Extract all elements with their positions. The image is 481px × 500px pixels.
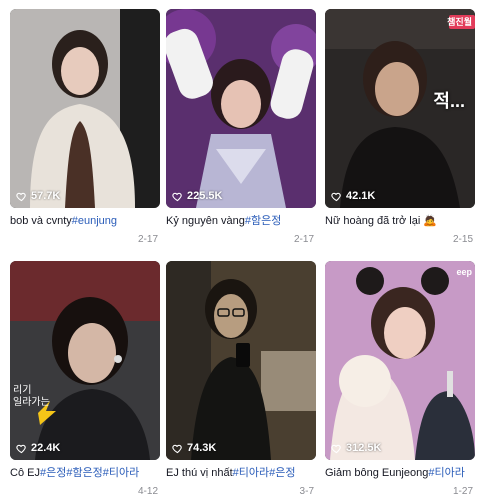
view-count: 22.4K	[16, 442, 60, 454]
caption-text: EJ thú vị nhất	[166, 467, 233, 479]
caption-hashtags[interactable]: #티아라#은정	[233, 467, 296, 479]
caption-text: Nữ hoàng đã trở lại 🙇	[325, 215, 438, 227]
video-thumbnail[interactable]: 57.7K	[10, 9, 160, 208]
heart-icon	[16, 192, 26, 201]
heart-icon	[16, 444, 26, 453]
caption-text: Giảm bông Eunjeong	[325, 467, 429, 479]
view-count-value: 225.5K	[187, 190, 223, 202]
video-thumbnail[interactable]: eep 312.5K	[325, 261, 475, 460]
thumbnail-image	[166, 261, 316, 460]
video-grid: 57.7K bob và cvnty#eunjung 2-17 225.5K Kỷ n…	[0, 0, 481, 500]
video-card[interactable]: 225.5K Kỷ nguyên vàng#함은정 2-17	[166, 9, 316, 245]
post-date: 2-17	[137, 234, 158, 245]
caption-text: Cô EJ	[10, 467, 40, 479]
caption-hashtags[interactable]: #함은정	[245, 215, 281, 227]
caption-text: bob và cvnty	[10, 215, 72, 227]
caption-hashtags[interactable]: #티아라	[428, 467, 464, 479]
view-count-value: 42.1K	[346, 190, 376, 202]
thumbnail-image	[10, 9, 160, 208]
view-count: 57.7K	[16, 190, 60, 202]
view-count: 74.3K	[172, 442, 216, 454]
view-count: 225.5K	[172, 190, 222, 202]
video-caption[interactable]: Giảm bông Eunjeong#티아라	[325, 466, 475, 480]
post-date: 2-15	[452, 234, 473, 245]
post-date: 1-27	[452, 486, 473, 497]
video-card[interactable]: 74.3K EJ thú vị nhất#티아라#은정 3-7	[166, 261, 316, 497]
video-thumbnail[interactable]: 적... 챔진월 42.1K	[325, 9, 475, 208]
video-card[interactable]: 적... 챔진월 42.1K Nữ hoàng đã trở lại 🙇 2-15	[325, 9, 475, 245]
video-card[interactable]: 57.7K bob và cvnty#eunjung 2-17	[10, 9, 160, 245]
view-count-value: 22.4K	[31, 442, 61, 454]
post-date: 3-7	[299, 486, 314, 497]
post-date: 4-12	[137, 486, 158, 497]
thumbnail-image	[10, 261, 160, 460]
heart-icon	[331, 444, 341, 453]
video-caption[interactable]: Cô EJ#은정#함은정#티아라	[10, 466, 160, 480]
video-overlay-text: 적...	[433, 91, 465, 111]
video-thumbnail[interactable]: 리기 일라가는 22.4K	[10, 261, 160, 460]
caption-hashtags[interactable]: #은정#함은정#티아라	[40, 467, 139, 479]
video-thumbnail[interactable]: 225.5K	[166, 9, 316, 208]
video-card[interactable]: 리기 일라가는 22.4K Cô EJ#은정#함은정#티아라 4-12	[10, 261, 160, 497]
video-side-text: 리기 일라가는	[13, 385, 50, 408]
caption-text: Kỷ nguyên vàng	[166, 215, 245, 227]
video-thumbnail[interactable]: 74.3K	[166, 261, 316, 460]
post-date: 2-17	[293, 234, 314, 245]
thumbnail-image	[325, 261, 475, 460]
heart-icon	[172, 444, 182, 453]
view-count: 312.5K	[331, 442, 381, 454]
video-caption[interactable]: Kỷ nguyên vàng#함은정	[166, 214, 316, 228]
heart-icon	[331, 192, 341, 201]
video-caption[interactable]: bob và cvnty#eunjung	[10, 214, 160, 228]
view-count: 42.1K	[331, 190, 375, 202]
video-corner-badge: eep	[456, 267, 472, 277]
thumbnail-image	[166, 9, 316, 208]
view-count-value: 57.7K	[31, 190, 61, 202]
heart-icon	[172, 192, 182, 201]
view-count-value: 74.3K	[187, 442, 217, 454]
video-corner-badge: 챔진월	[447, 17, 472, 27]
video-card[interactable]: eep 312.5K Giảm bông Eunjeong#티아라 1-27	[325, 261, 475, 497]
video-caption[interactable]: Nữ hoàng đã trở lại 🙇	[325, 214, 475, 228]
caption-hashtags[interactable]: #eunjung	[72, 215, 117, 227]
view-count-value: 312.5K	[346, 442, 382, 454]
video-caption[interactable]: EJ thú vị nhất#티아라#은정	[166, 466, 316, 480]
